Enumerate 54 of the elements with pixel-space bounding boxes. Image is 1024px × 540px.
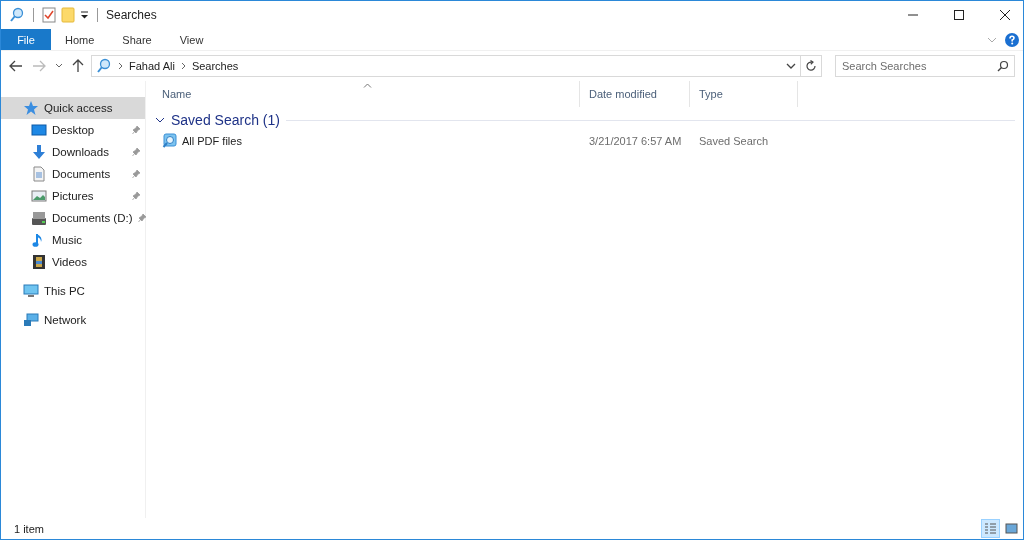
help-icon[interactable] <box>1005 32 1019 47</box>
monitor-icon <box>31 122 47 138</box>
chevron-right-icon <box>118 62 123 70</box>
drive-icon <box>31 210 47 226</box>
details-view-icon <box>983 521 998 536</box>
table-cell-text: 3/21/2017 6:57 AM <box>588 135 683 147</box>
sort-up-icon <box>363 83 372 88</box>
sidebar-item[interactable]: Documents <box>1 163 145 185</box>
sidebar-item[interactable]: Network <box>1 309 145 331</box>
film-icon <box>31 254 47 270</box>
sidebar-item[interactable]: Desktop <box>1 119 145 141</box>
back-icon[interactable] <box>9 60 23 72</box>
chevron-down-icon[interactable] <box>155 116 165 124</box>
chevron-down-icon[interactable] <box>786 62 796 70</box>
saved-search-icon[interactable] <box>162 133 178 149</box>
checklist-icon[interactable] <box>42 7 56 23</box>
sidebar-item[interactable]: Pictures <box>1 185 145 207</box>
column-header[interactable]: Name <box>153 81 580 107</box>
group-header[interactable]: Saved Search (1) <box>171 112 280 128</box>
chevron-right-icon <box>180 62 186 70</box>
ribbon-tab[interactable]: Home <box>51 29 109 50</box>
sidebar-item[interactable]: Quick access <box>1 97 145 119</box>
computer-icon <box>23 283 39 299</box>
document-icon <box>31 166 47 182</box>
refresh-icon[interactable] <box>805 60 817 72</box>
sidebar-item[interactable]: Videos <box>1 251 145 273</box>
up-arrow-icon[interactable] <box>72 59 84 73</box>
picture-icon <box>31 188 47 204</box>
search-icon[interactable] <box>9 7 25 23</box>
down-arrow-icon <box>31 144 47 160</box>
close-icon[interactable] <box>999 9 1011 21</box>
sidebar-item[interactable]: Documents (D:) <box>1 207 145 229</box>
table-cell-text: Saved Search <box>698 135 770 147</box>
address-bar[interactable]: Fahad Ali Searches <box>91 55 801 77</box>
ribbon-tab[interactable]: Share <box>108 29 166 50</box>
network-icon <box>23 312 39 328</box>
search-field[interactable]: Search Searches <box>835 55 1015 77</box>
sidebar-item[interactable]: This PC <box>1 280 145 302</box>
search-icon <box>997 60 1009 72</box>
breadcrumb[interactable]: Fahad Ali <box>129 60 175 72</box>
sidebar-item[interactable]: Music <box>1 229 145 251</box>
file-tab[interactable]: File <box>1 29 51 50</box>
sidebar-item[interactable]: Downloads <box>1 141 145 163</box>
search-icon <box>96 58 112 74</box>
column-header[interactable]: Date modified <box>580 81 690 107</box>
item-count: 1 item <box>14 522 44 535</box>
column-header[interactable]: Type <box>690 81 798 107</box>
file-name[interactable]: All PDF files <box>182 135 242 147</box>
maximize-icon[interactable] <box>953 9 965 21</box>
star-icon <box>23 100 39 116</box>
window-title: Searches <box>106 8 157 22</box>
breadcrumb[interactable]: Searches <box>191 60 239 72</box>
chevron-down-icon[interactable] <box>55 63 63 69</box>
ribbon-tab[interactable]: View <box>165 29 218 50</box>
